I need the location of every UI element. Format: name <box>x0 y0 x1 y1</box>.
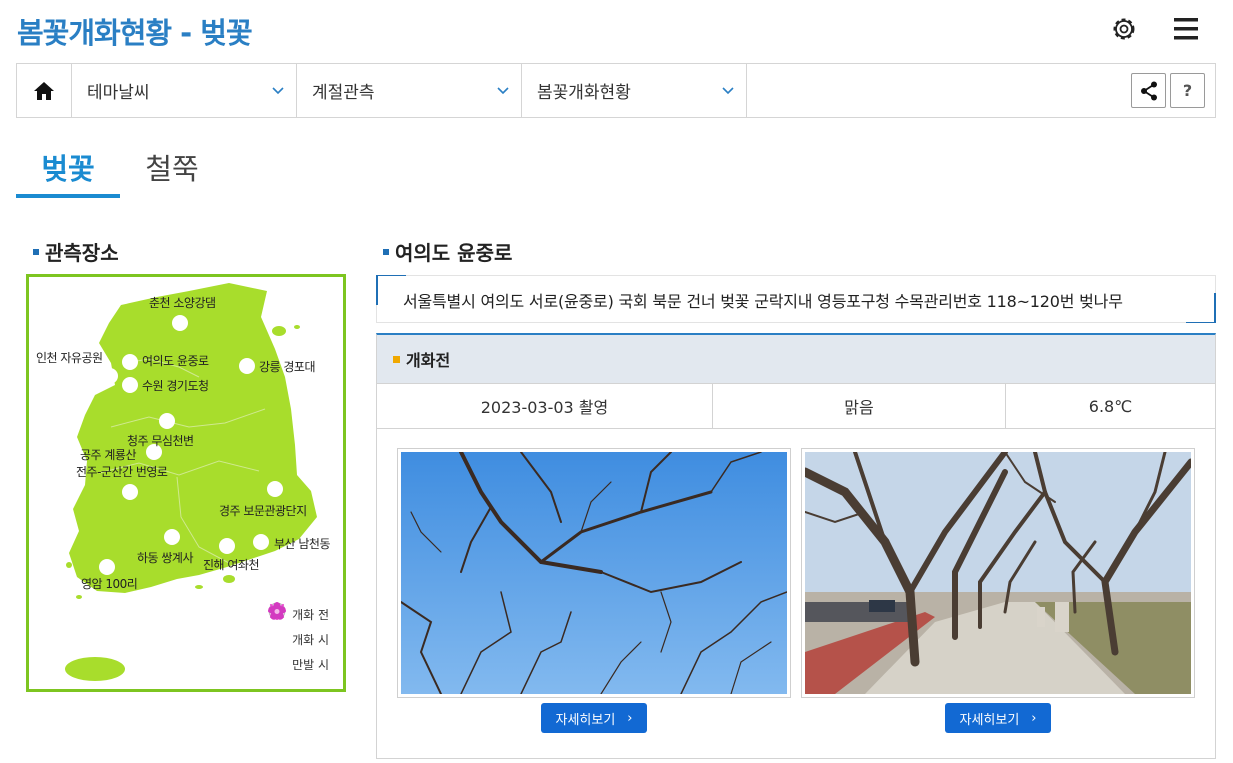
gear-icon[interactable] <box>1107 12 1141 46</box>
address-text: 서울특별시 여의도 서로(윤중로) 국회 북문 건너 벚꽃 군락지내 영등포구청… <box>403 292 1123 311</box>
detail-button-2[interactable]: 자세히보기 › <box>945 703 1051 733</box>
nav-dropdown-seasonal-observation[interactable]: 계절관측 <box>297 64 522 117</box>
status-marker <box>393 355 400 363</box>
location-title-text: 여의도 윤중로 <box>395 241 513 265</box>
chevron-right-icon: › <box>1031 710 1037 726</box>
share-icon <box>1140 81 1157 100</box>
menu-icon[interactable] <box>1169 12 1203 46</box>
status-header: 개화전 <box>377 335 1215 383</box>
site-gongju[interactable]: 공주 계룡산 <box>80 446 137 463</box>
detail-button-1[interactable]: 자세히보기 › <box>541 703 647 733</box>
status-label: 개화전 <box>406 351 451 370</box>
sites-section-title: 관측장소 <box>33 237 119 266</box>
home-icon <box>34 81 54 100</box>
address-box: 서울특별시 여의도 서로(윤중로) 국회 북문 건너 벚꽃 군락지내 영등포구청… <box>376 275 1216 323</box>
nav-dropdown-label: 봄꽃개화현황 <box>537 83 631 103</box>
tree-lined-road-image <box>805 452 1191 694</box>
nav-actions: ? <box>1131 64 1215 117</box>
observation-map: 춘천 소양강댐 인천 자유공원 여의도 윤중로 수원 경기도청 강릉 경포대 청… <box>26 274 346 692</box>
nav-dropdown-label: 계절관측 <box>312 83 375 103</box>
photo-1[interactable] <box>397 448 791 698</box>
legend-label: 만발 시 <box>292 658 329 672</box>
share-button[interactable] <box>1131 73 1166 108</box>
tab-azalea[interactable]: 철쭉 <box>120 140 224 198</box>
nav-dropdown-spring-flower-status[interactable]: 봄꽃개화현황 <box>522 64 747 117</box>
section-marker <box>33 248 39 255</box>
page-title: 봄꽃개화현황 - 벚꽃 <box>17 16 253 50</box>
site-gyeongju[interactable]: 경주 보문관광단지 <box>219 502 307 519</box>
site-cheongju[interactable]: 청주 무심천변 <box>127 432 194 449</box>
home-button[interactable] <box>17 64 72 117</box>
legend-label: 개화 전 <box>292 608 329 622</box>
section-marker <box>383 248 389 255</box>
breadcrumb-nav: 테마날씨 계절관측 봄꽃개화현황 ? <box>16 63 1216 118</box>
legend-blooming: 개화 시 <box>268 602 329 652</box>
bloom-start-icon <box>268 602 287 649</box>
nav-dropdown-label: 테마날씨 <box>87 83 150 103</box>
weather-value: 맑음 <box>713 384 1006 428</box>
nav-dropdown-theme-weather[interactable]: 테마날씨 <box>72 64 297 117</box>
site-yeongam[interactable]: 영암 100리 <box>81 575 138 592</box>
site-gangneung[interactable]: 강릉 경포대 <box>259 358 316 375</box>
tab-cherry-blossom[interactable]: 벚꽃 <box>16 140 120 198</box>
site-jeonju[interactable]: 전주-군산간 번영로 <box>76 463 168 480</box>
flower-tabs: 벚꽃 철쭉 <box>16 140 224 198</box>
site-busan[interactable]: 부산 남천동 <box>274 535 331 552</box>
photo-2[interactable] <box>801 448 1195 698</box>
cherry-branch-sky-image <box>401 452 787 694</box>
site-chuncheon[interactable]: 춘천 소양강댐 <box>149 294 216 311</box>
legend-label: 개화 시 <box>292 633 329 647</box>
site-jinhae[interactable]: 진해 여좌천 <box>203 556 260 573</box>
site-hadong[interactable]: 하동 쌍계사 <box>137 549 194 566</box>
temperature-value: 6.8℃ <box>1088 396 1133 416</box>
photo-date: 2023-03-03 촬영 <box>377 384 713 428</box>
legend-full-bloom: 만발 시 <box>268 602 329 677</box>
chevron-down-icon <box>272 83 284 99</box>
detail-button-label: 자세히보기 <box>555 712 616 728</box>
site-suwon[interactable]: 수원 경기도청 <box>142 377 209 394</box>
help-button[interactable]: ? <box>1170 73 1205 108</box>
map-legend: 개화 전 개화 시 만발 시 <box>268 602 329 677</box>
chevron-down-icon <box>722 83 734 99</box>
full-bloom-icon <box>268 602 286 674</box>
corner-decoration <box>376 275 406 305</box>
chevron-right-icon: › <box>627 710 633 726</box>
top-icons <box>1107 12 1203 46</box>
sites-title-text: 관측장소 <box>45 241 119 265</box>
chevron-down-icon <box>497 83 509 99</box>
site-incheon[interactable]: 인천 자유공원 <box>36 349 103 366</box>
location-section-title: 여의도 윤중로 <box>383 237 512 266</box>
detail-button-label: 자세히보기 <box>959 712 1020 728</box>
corner-decoration <box>1186 293 1216 323</box>
observation-info-row: 2023-03-03 촬영 맑음 6.8℃ <box>377 383 1215 429</box>
site-yeouido[interactable]: 여의도 윤중로 <box>142 352 209 369</box>
